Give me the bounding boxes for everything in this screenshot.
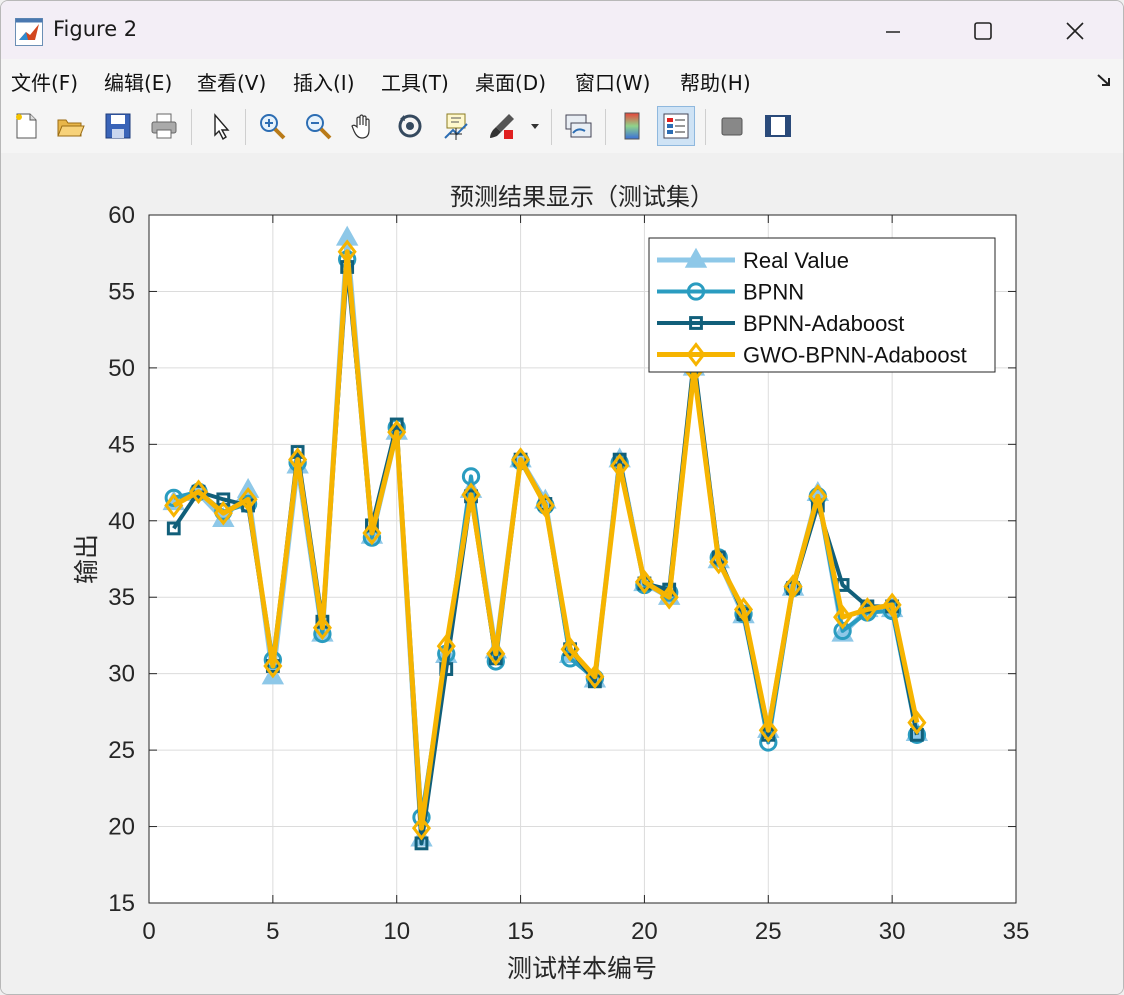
toolbar-separator — [605, 109, 606, 145]
figure-window: Figure 2 文件(F) 编辑(E) 查看(V) 插入(I) 工具(T) 桌… — [0, 0, 1124, 995]
matlab-logo-icon — [15, 18, 43, 46]
print-icon — [151, 113, 177, 139]
pointer-icon — [214, 113, 230, 141]
x-tick-label: 20 — [631, 918, 658, 945]
close-button[interactable] — [1045, 11, 1105, 51]
zoom-in-icon — [260, 114, 286, 140]
x-tick-label: 0 — [142, 918, 155, 945]
x-tick-label: 15 — [507, 918, 534, 945]
new-figure-button[interactable] — [7, 106, 45, 146]
open-file-button[interactable] — [51, 106, 89, 146]
y-tick-label: 50 — [108, 355, 135, 382]
legend-label: Real Value — [743, 248, 849, 273]
chevron-down-icon — [531, 124, 539, 129]
legend-button[interactable] — [657, 106, 695, 146]
y-tick-label: 20 — [108, 814, 135, 841]
x-tick-label: 5 — [266, 918, 279, 945]
data-cursor-icon — [444, 113, 468, 140]
new-figure-icon — [16, 113, 37, 139]
show-plot-tools-button[interactable] — [759, 106, 797, 146]
show-plot-tools-icon — [765, 115, 791, 137]
pan-button[interactable] — [345, 106, 383, 146]
open-file-icon — [57, 119, 85, 137]
colorbar-button[interactable] — [613, 106, 651, 146]
minimize-icon — [886, 31, 900, 33]
pointer-button[interactable] — [201, 106, 239, 146]
y-tick-label: 15 — [108, 890, 135, 917]
legend[interactable]: Real Value BPNN BPNN-Adaboost GWO-BPNN-Adab… — [648, 237, 996, 373]
legend-label: GWO-BPNN-Adaboost — [743, 343, 967, 368]
maximize-button[interactable] — [953, 11, 1013, 51]
chart-title: 预测结果显示（测试集） — [450, 183, 714, 211]
line-chart[interactable]: 0 5 10 15 20 25 30 35 15 20 25 30 35 40 45 50 55 60 预测结果显… — [1, 153, 1123, 994]
rotate-3d-button[interactable] — [391, 106, 429, 146]
x-axis-label: 测试样本编号 — [507, 954, 657, 983]
x-tick-label: 25 — [755, 918, 782, 945]
hide-plot-tools-button[interactable] — [713, 106, 751, 146]
legend-label: BPNN — [743, 280, 804, 305]
x-tick-label: 30 — [879, 918, 906, 945]
save-button[interactable] — [99, 106, 137, 146]
legend-label: BPNN-Adaboost — [743, 311, 904, 336]
zoom-out-icon — [306, 114, 332, 140]
save-icon — [105, 113, 131, 139]
toolbar-separator — [245, 109, 246, 145]
print-button[interactable] — [145, 106, 183, 146]
toolbar-separator — [705, 109, 706, 145]
menu-file[interactable]: 文件(F) — [11, 67, 78, 96]
data-cursor-button[interactable] — [437, 106, 475, 146]
menu-desktop[interactable]: 桌面(D) — [475, 67, 546, 96]
toolbar-separator — [551, 109, 552, 145]
y-tick-label: 55 — [108, 278, 135, 305]
colorbar-icon — [624, 112, 640, 140]
y-tick-label: 35 — [108, 584, 135, 611]
x-tick-label: 35 — [1003, 918, 1030, 945]
link-plot-icon — [565, 114, 592, 138]
menu-edit[interactable]: 编辑(E) — [104, 67, 172, 96]
y-tick-label: 60 — [108, 202, 135, 229]
menu-help[interactable]: 帮助(H) — [680, 67, 751, 96]
y-axis-label: 输出 — [72, 534, 101, 584]
zoom-out-button[interactable] — [299, 106, 337, 146]
pan-hand-icon — [351, 114, 370, 139]
x-tick-label: 10 — [383, 918, 410, 945]
window-title: Figure 2 — [53, 17, 138, 41]
zoom-in-button[interactable] — [253, 106, 291, 146]
close-icon — [1066, 22, 1084, 40]
figure-canvas: 0 5 10 15 20 25 30 35 15 20 25 30 35 40 45 50 55 60 预测结果显… — [1, 153, 1123, 994]
legend-icon — [663, 113, 689, 139]
menu-bar: 文件(F) 编辑(E) 查看(V) 插入(I) 工具(T) 桌面(D) 窗口(W… — [1, 59, 1123, 102]
y-tick-label: 30 — [108, 661, 135, 688]
y-tick-label: 25 — [108, 737, 135, 764]
menu-view[interactable]: 查看(V) — [197, 67, 266, 96]
menu-insert[interactable]: 插入(I) — [293, 67, 355, 96]
title-bar[interactable]: Figure 2 — [1, 1, 1123, 59]
menu-tools[interactable]: 工具(T) — [381, 67, 449, 96]
toolbar-separator — [191, 109, 192, 145]
y-tick-label: 45 — [108, 431, 135, 458]
y-tick-label: 40 — [108, 508, 135, 535]
minimize-button[interactable] — [863, 11, 923, 51]
brush-dropdown[interactable] — [525, 106, 545, 146]
hide-plot-tools-icon — [721, 117, 743, 136]
rotate-3d-icon — [398, 114, 422, 138]
link-plot-button[interactable] — [559, 106, 597, 146]
maximize-icon — [974, 22, 992, 40]
brush-icon — [490, 114, 514, 139]
brush-button[interactable] — [483, 106, 521, 146]
dock-arrow-icon[interactable] — [1095, 71, 1113, 89]
figure-toolbar — [1, 101, 1123, 154]
menu-window[interactable]: 窗口(W) — [575, 67, 650, 96]
